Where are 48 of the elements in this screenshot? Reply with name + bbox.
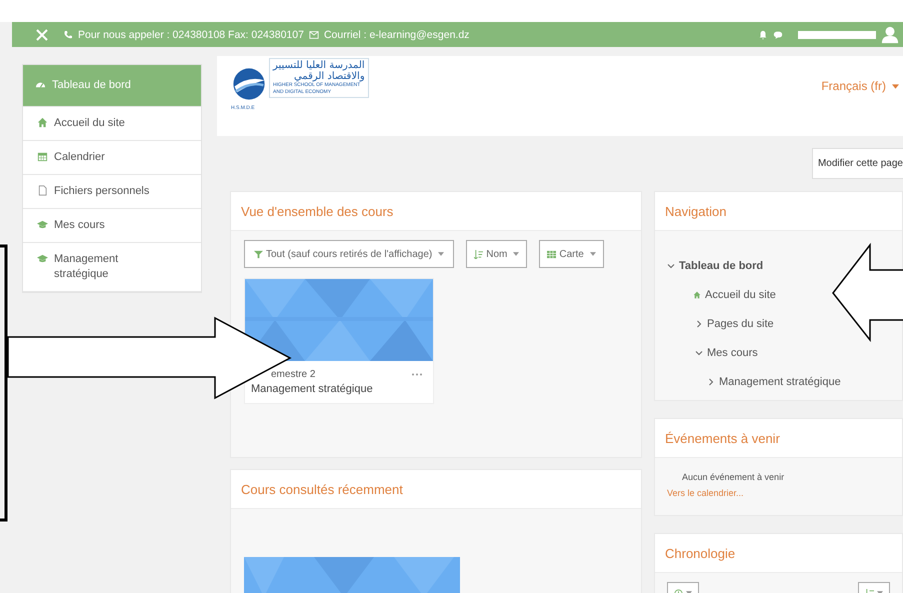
close-icon[interactable] (36, 28, 48, 40)
globe-logo-icon (231, 66, 267, 102)
nav-item[interactable]: Accueil du site (705, 288, 776, 300)
filter-icon (254, 250, 263, 258)
edit-page-button[interactable]: Modifier cette page (812, 148, 903, 179)
block-title: Événements à venir (665, 430, 780, 446)
block-title: Navigation (665, 204, 726, 218)
phone-icon (63, 30, 73, 40)
view-dropdown[interactable]: Carte (539, 240, 604, 268)
nav-item[interactable]: Pages du site (707, 318, 774, 330)
email-text: Courriel : e-learning@esgen.dz (324, 28, 470, 40)
sort-dropdown[interactable]: Nom (466, 240, 528, 268)
nav-item[interactable]: Management stratégique (719, 376, 841, 388)
block-title: Chronologie (665, 546, 736, 560)
sidebar-item[interactable]: Management stratégique (23, 243, 201, 292)
contact-text: Pour nous appeler : 024380108 Fax: 024380107 (78, 28, 304, 40)
caret-icon (513, 252, 520, 256)
file-icon (37, 185, 48, 196)
home-icon (693, 290, 701, 298)
block-title: Vue d'ensemble des cours (241, 204, 394, 218)
sidebar-item[interactable]: Calendrier (23, 141, 201, 175)
chat-icon[interactable] (773, 30, 783, 40)
graduation-cap-icon (37, 253, 48, 264)
sidebar-item[interactable]: Accueil du site (23, 107, 201, 141)
course-category: emestre 2 (271, 369, 316, 380)
logo-arabic-text: المدرسة العليا للتسيير (273, 60, 365, 71)
sort-icon (474, 250, 484, 258)
sidebar-item[interactable]: Fichiers personnels (23, 175, 201, 209)
caret-icon (892, 84, 899, 88)
caret-icon (438, 252, 444, 256)
more-options-icon[interactable] (411, 373, 423, 376)
logo-arabic-text: والاقتصاد الرقمي (292, 71, 365, 82)
graduation-cap-icon (37, 219, 48, 230)
envelope-icon (308, 30, 319, 40)
grid-icon (547, 250, 556, 258)
course-name[interactable]: Management stratégique (245, 380, 433, 395)
home-icon (37, 117, 48, 128)
filter-dropdown[interactable]: Tout (sauf cours retirés de l'affichage) (244, 240, 454, 268)
calendar-icon (37, 151, 48, 162)
block-title: Cours consultés récemment (241, 482, 403, 496)
user-avatar-icon[interactable] (881, 26, 899, 44)
nav-item[interactable]: Tableau de bord (679, 260, 764, 272)
caret-icon (590, 252, 596, 256)
bell-icon[interactable] (758, 30, 768, 40)
sidebar-item[interactable]: Mes cours (23, 209, 201, 243)
nav-item[interactable]: Mes cours (707, 346, 758, 358)
course-card[interactable]: emestre 2 Management stratégique (244, 278, 434, 404)
empty-message: Aucun événement à venir (681, 472, 786, 482)
